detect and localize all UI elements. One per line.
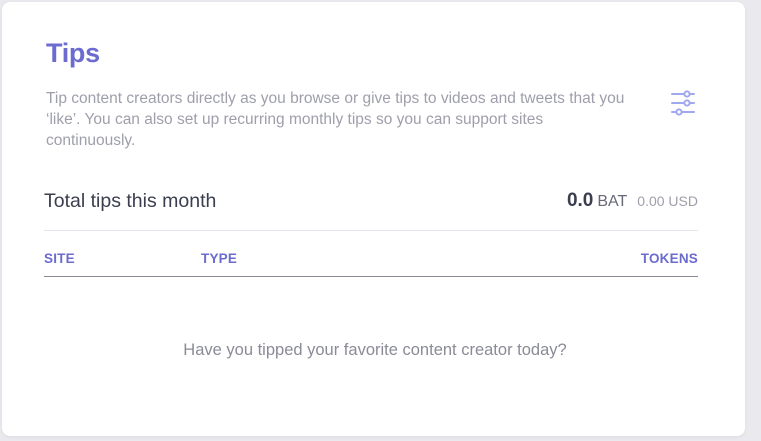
column-header-site: SITE <box>44 251 75 266</box>
bat-value: 0.0 <box>566 190 594 211</box>
sliders-icon[interactable] <box>669 90 697 116</box>
total-tips-row: Total tips this month 0.0 BAT 0.00 USD <box>44 188 698 218</box>
tips-card: Tips Tip content creators directly as yo… <box>2 2 745 436</box>
usd-value: 0.00 USD <box>637 193 698 209</box>
column-header-tokens: TOKENS <box>640 251 698 266</box>
column-header-type: TYPE <box>201 251 238 266</box>
bat-unit: BAT <box>597 193 628 210</box>
divider <box>44 230 698 231</box>
card-description: Tip content creators directly as you bro… <box>46 90 625 149</box>
total-tips-label: Total tips this month <box>44 190 217 212</box>
total-amounts: 0.0 BAT 0.00 USD <box>567 190 698 212</box>
card-title: Tips <box>46 38 100 68</box>
sliders-icon-graphic <box>671 90 695 116</box>
table-header: SITE TYPE TOKENS <box>44 248 698 277</box>
empty-table-message: Have you tipped your favorite content cr… <box>183 341 567 359</box>
